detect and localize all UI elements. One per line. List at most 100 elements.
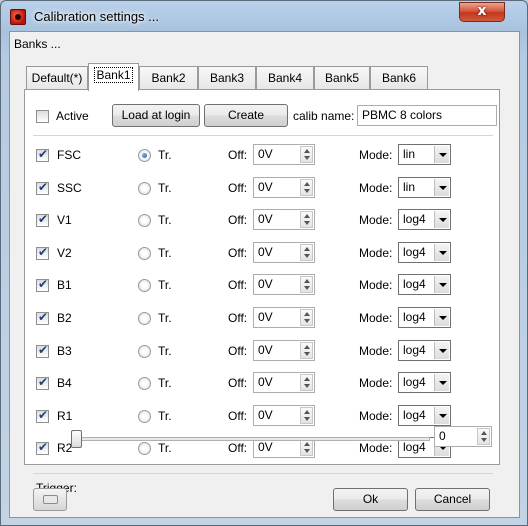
channel-row-fsc: FSC Tr. Off: 0V Mode: lin xyxy=(25,144,499,168)
spin-arrows-icon[interactable] xyxy=(300,211,313,229)
trigger-slider-track[interactable] xyxy=(78,437,430,441)
offset-spinbox[interactable]: 0V xyxy=(253,176,315,198)
cancel-button[interactable]: Cancel xyxy=(415,488,490,511)
mode-select[interactable]: log4 xyxy=(398,372,451,394)
mode-select[interactable]: lin xyxy=(398,176,451,198)
tab-label: Bank1 xyxy=(94,67,133,83)
off-label: Off: xyxy=(228,148,248,162)
tr-label: Tr. xyxy=(158,408,172,423)
trigger-radio[interactable] xyxy=(138,279,151,293)
mode-select[interactable]: log4 xyxy=(398,404,451,426)
trigger-radio[interactable] xyxy=(138,344,151,358)
mode-label: Mode: xyxy=(359,148,393,162)
channel-enable-checkbox[interactable] xyxy=(36,180,49,195)
tab-bank4[interactable]: Bank4 xyxy=(256,66,314,90)
tab-bank5[interactable]: Bank5 xyxy=(314,66,370,90)
trigger-spinbox[interactable]: 0 xyxy=(434,426,492,447)
offset-spinbox[interactable]: 0V xyxy=(253,404,315,426)
spin-arrows-icon[interactable] xyxy=(300,276,313,294)
tab-default[interactable]: Default(*) xyxy=(26,66,88,90)
chevron-down-icon[interactable] xyxy=(434,406,449,424)
mode-value: log4 xyxy=(403,244,426,259)
spin-arrows-icon[interactable] xyxy=(300,406,313,424)
off-label: Off: xyxy=(228,441,248,456)
calib-name-label: calib name: xyxy=(293,109,355,123)
offset-spinbox[interactable]: 0V xyxy=(253,209,315,231)
offset-value: 0V xyxy=(258,147,273,161)
trigger-radio[interactable] xyxy=(138,442,151,456)
channel-enable-checkbox[interactable] xyxy=(36,212,49,228)
channel-enable-checkbox[interactable] xyxy=(36,375,49,391)
tab-bank1[interactable]: Bank1 xyxy=(88,63,139,91)
offset-spinbox[interactable]: 0V xyxy=(253,307,315,328)
mode-value: lin xyxy=(403,147,416,161)
chevron-down-icon[interactable] xyxy=(434,178,449,196)
close-button[interactable]: x xyxy=(459,2,505,22)
channel-enable-checkbox[interactable] xyxy=(36,408,49,423)
chevron-down-icon[interactable] xyxy=(434,374,449,392)
divider xyxy=(33,135,493,136)
mode-select[interactable]: log4 xyxy=(398,339,451,361)
offset-spinbox[interactable]: 0V xyxy=(253,372,315,394)
tab-label: Bank2 xyxy=(151,71,186,85)
print-button[interactable] xyxy=(33,488,67,511)
spin-arrows-icon[interactable] xyxy=(300,309,313,326)
title-bar[interactable]: Calibration settings ... x xyxy=(1,1,527,31)
offset-spinbox[interactable]: 0V xyxy=(253,274,315,296)
spin-arrows-icon[interactable] xyxy=(477,428,490,445)
channel-row-b4: B4 Tr. Off: 0V Mode: log4 xyxy=(25,372,499,396)
active-checkbox[interactable] xyxy=(36,110,49,123)
channel-enable-checkbox[interactable] xyxy=(36,343,49,358)
mode-label: Mode: xyxy=(359,408,393,423)
chevron-down-icon[interactable] xyxy=(434,309,449,326)
trigger-radio[interactable] xyxy=(138,149,151,162)
mode-select[interactable]: log4 xyxy=(398,307,451,328)
tab-bank2[interactable]: Bank2 xyxy=(139,66,198,90)
offset-spinbox[interactable]: 0V xyxy=(253,144,315,165)
spin-arrows-icon[interactable] xyxy=(300,146,313,163)
trigger-radio[interactable] xyxy=(138,312,151,325)
trigger-radio[interactable] xyxy=(138,409,151,423)
spin-arrows-icon[interactable] xyxy=(300,178,313,196)
channel-enable-checkbox[interactable] xyxy=(36,245,49,260)
offset-spinbox[interactable]: 0V xyxy=(253,241,315,263)
chevron-down-icon[interactable] xyxy=(434,243,449,261)
load-at-login-button[interactable]: Load at login xyxy=(112,104,200,127)
mode-select[interactable]: log4 xyxy=(398,274,451,296)
channel-name: B2 xyxy=(57,311,72,325)
tr-label: Tr. xyxy=(158,148,172,162)
tr-label: Tr. xyxy=(158,343,172,358)
mode-select[interactable]: log4 xyxy=(398,209,451,231)
chevron-down-icon[interactable] xyxy=(434,211,449,229)
spin-arrows-icon[interactable] xyxy=(300,341,313,359)
chevron-down-icon[interactable] xyxy=(434,276,449,294)
tr-label: Tr. xyxy=(158,213,172,228)
spin-arrows-icon[interactable] xyxy=(300,439,313,457)
offset-spinbox[interactable]: 0V xyxy=(253,339,315,361)
chevron-down-icon[interactable] xyxy=(434,341,449,359)
mode-select[interactable]: lin xyxy=(398,144,451,165)
mode-label: Mode: xyxy=(359,245,393,260)
ok-button[interactable]: Ok xyxy=(333,488,408,511)
spin-arrows-icon[interactable] xyxy=(300,374,313,392)
mode-label: Mode: xyxy=(359,376,393,391)
channel-enable-checkbox[interactable] xyxy=(36,310,49,325)
trigger-radio[interactable] xyxy=(138,181,151,195)
tab-bank3[interactable]: Bank3 xyxy=(198,66,256,90)
printer-icon xyxy=(43,495,58,504)
trigger-radio[interactable] xyxy=(138,214,151,228)
channel-enable-checkbox[interactable] xyxy=(36,440,49,456)
calib-name-input[interactable]: PBMC 8 colors xyxy=(357,105,497,126)
channel-name: B1 xyxy=(57,278,72,293)
channel-enable-checkbox[interactable] xyxy=(36,277,49,293)
chevron-down-icon[interactable] xyxy=(434,146,449,163)
trigger-radio[interactable] xyxy=(138,246,151,260)
spin-arrows-icon[interactable] xyxy=(300,243,313,261)
trigger-radio[interactable] xyxy=(138,377,151,391)
create-button[interactable]: Create xyxy=(204,104,288,127)
channel-enable-checkbox[interactable] xyxy=(36,147,49,162)
trigger-slider-thumb[interactable] xyxy=(71,430,82,448)
mode-select[interactable]: log4 xyxy=(398,241,451,263)
channel-row-r1: R1 Tr. Off: 0V Mode: log4 xyxy=(25,404,499,429)
tab-bank6[interactable]: Bank6 xyxy=(370,66,428,90)
